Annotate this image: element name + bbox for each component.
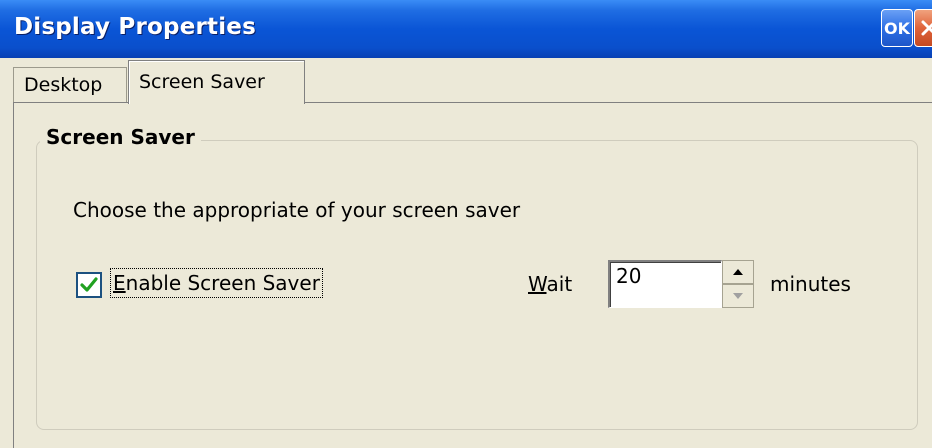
enable-screen-saver-checkbox[interactable] xyxy=(76,272,102,298)
wait-mnemonic: W xyxy=(528,272,547,296)
tab-divider-right xyxy=(305,102,932,103)
tab-desktop[interactable]: Desktop xyxy=(13,67,127,103)
enable-label-rest: nable Screen Saver xyxy=(125,271,320,295)
spin-down-button[interactable] xyxy=(722,284,754,308)
description-text: Choose the appropriate of your screen sa… xyxy=(73,198,521,222)
window-title: Display Properties xyxy=(14,14,257,40)
display-properties-window: Display Properties OK Desktop Screen Sav… xyxy=(0,0,932,448)
tab-divider-left xyxy=(13,102,128,103)
close-button[interactable] xyxy=(914,9,932,47)
close-icon xyxy=(921,20,932,36)
ok-button[interactable]: OK xyxy=(881,9,913,47)
minutes-label: minutes xyxy=(770,272,851,296)
wait-minutes-input[interactable]: 20 xyxy=(608,260,722,308)
spin-up-button[interactable] xyxy=(722,260,754,284)
group-title: Screen Saver xyxy=(40,125,201,149)
arrow-up-icon xyxy=(733,269,743,275)
panel-border xyxy=(13,102,14,448)
wait-label: Wait xyxy=(528,272,572,296)
enable-mnemonic: E xyxy=(113,271,126,295)
arrow-down-icon xyxy=(733,293,743,299)
title-bar[interactable]: Display Properties OK xyxy=(0,0,932,58)
wait-label-rest: ait xyxy=(546,272,573,296)
enable-screen-saver-label[interactable]: Enable Screen Saver xyxy=(110,268,323,298)
checkmark-icon xyxy=(80,277,98,292)
tab-screen-saver[interactable]: Screen Saver xyxy=(128,60,305,104)
